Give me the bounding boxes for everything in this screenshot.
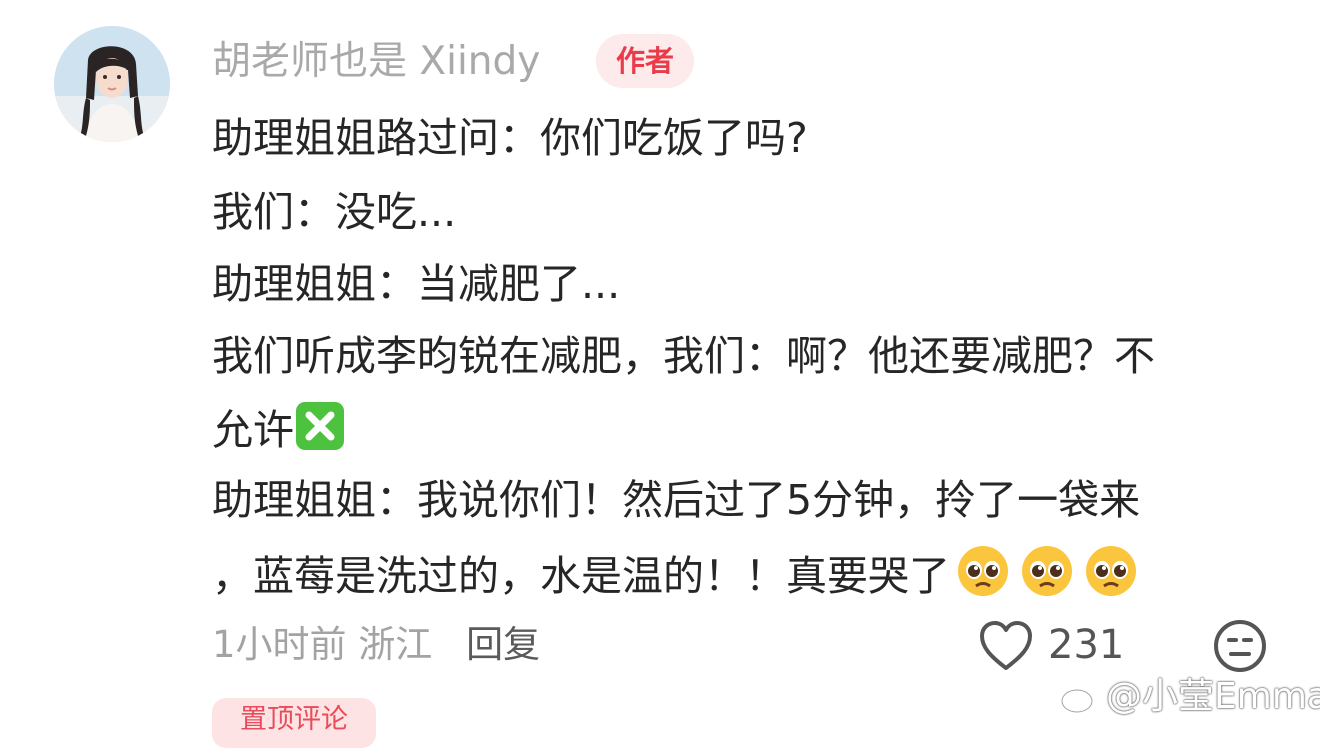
- cross-mark-button-icon: [294, 400, 346, 466]
- comment-line: ，蓝莓是洗过的，水是温的！！真要哭了: [212, 552, 950, 600]
- comment-line-with-icon: ，蓝莓是洗过的，水是温的！！真要哭了: [212, 544, 1138, 612]
- comment-line: 助理姐姐：我说你们！然后过了5分钟，拎了一袋来: [212, 476, 1141, 524]
- pleading-face-icon: [1020, 544, 1074, 612]
- watermark-text: @小莹Emma: [1106, 676, 1320, 717]
- heart-icon[interactable]: [978, 620, 1034, 672]
- comment-location: 浙江: [358, 623, 433, 666]
- comment-author-name[interactable]: 胡老师也是 Xiindy: [212, 36, 540, 88]
- comment-line: 我们听成李昀锐在减肥，我们：啊？他还要减肥？不: [212, 332, 1155, 380]
- comment-line-with-icon: 允许: [212, 400, 346, 466]
- weibo-logo-icon: [1060, 678, 1100, 728]
- comment-meta: 1小时前 浙江 回复: [212, 620, 540, 670]
- comment-line: 助理姐姐：当减肥了...: [212, 260, 621, 308]
- comment-line: 我们：没吃...: [212, 188, 457, 236]
- comment-line: 助理姐姐路过问：你们吃饭了吗?: [212, 114, 808, 162]
- avatar[interactable]: [54, 26, 170, 142]
- comment-time: 1小时前: [212, 623, 347, 666]
- author-badge: 作者: [596, 34, 695, 88]
- pleading-face-icon: [956, 544, 1010, 612]
- weibo-watermark: @小莹Emma: [1060, 672, 1320, 728]
- pleading-face-icon: [1084, 544, 1138, 612]
- pinned-comment-badge: 置顶评论: [212, 698, 376, 748]
- comment-line: 允许: [212, 406, 294, 454]
- reply-button[interactable]: 回复: [466, 623, 540, 666]
- like-count: 231: [1048, 622, 1125, 668]
- neutral-face-icon[interactable]: [1212, 618, 1268, 674]
